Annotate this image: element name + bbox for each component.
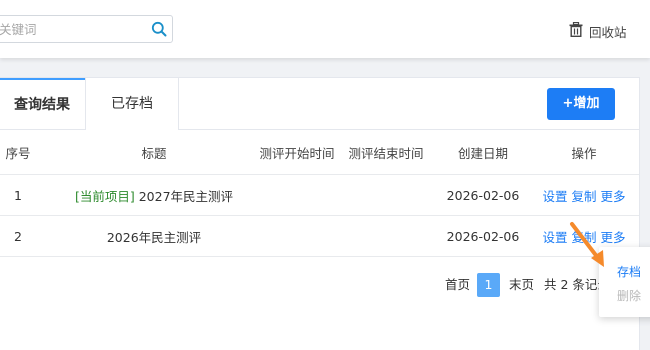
row-start-time bbox=[251, 216, 343, 256]
column-header-index: 序号 bbox=[5, 145, 31, 161]
column-header-end-time: 测评结束时间 bbox=[348, 145, 424, 161]
page-number-current[interactable]: 1 bbox=[477, 273, 500, 297]
table-row: 2 2026年民主测评 2026-02-06 设置 复制 更多 bbox=[0, 216, 639, 257]
row-index: 2 bbox=[14, 228, 22, 244]
menu-item-archive[interactable]: 存档 bbox=[617, 263, 641, 280]
table-header: 序号 标题 测评开始时间 测评结束时间 创建日期 操作 bbox=[0, 130, 639, 175]
row-end-time bbox=[345, 216, 427, 256]
table-row: 1 [当前项目] 2027年民主测评 2026-02-06 设置 复制 更多 bbox=[0, 175, 639, 216]
row-title: 2026年民主测评 bbox=[106, 229, 202, 245]
tab-bar: 查询结果 已存档 +增加 bbox=[0, 78, 639, 130]
settings-link[interactable]: 设置 bbox=[542, 186, 567, 205]
annotation-arrow-icon bbox=[570, 222, 604, 267]
copy-link[interactable]: 复制 bbox=[571, 186, 596, 205]
row-index: 1 bbox=[14, 187, 22, 203]
row-title-cell: 2026年民主测评 bbox=[59, 216, 249, 256]
add-button[interactable]: +增加 bbox=[547, 88, 615, 120]
results-panel: 查询结果 已存档 +增加 序号 标题 测评开始时间 测评结束时间 创建日期 操作… bbox=[0, 77, 640, 350]
column-header-created-date: 创建日期 bbox=[457, 145, 508, 161]
trash-icon bbox=[569, 21, 583, 40]
row-created-date: 2026-02-06 bbox=[446, 187, 520, 203]
row-title-cell: [当前项目] 2027年民主测评 bbox=[59, 175, 249, 215]
search-input[interactable] bbox=[0, 16, 149, 42]
recycle-bin-label: 回收站 bbox=[589, 24, 627, 40]
top-bar: 回收站 bbox=[0, 0, 650, 58]
row-created-date: 2026-02-06 bbox=[446, 228, 520, 244]
row-actions: 设置 复制 更多 bbox=[539, 175, 629, 215]
menu-item-delete[interactable]: 删除 bbox=[617, 287, 641, 304]
tab-query-results[interactable]: 查询结果 bbox=[0, 78, 85, 130]
row-end-time bbox=[345, 175, 427, 215]
more-link[interactable]: 更多 bbox=[601, 186, 626, 205]
tab-archived[interactable]: 已存档 bbox=[85, 78, 179, 130]
search-box[interactable] bbox=[0, 15, 173, 43]
row-title: 2027年民主测评 bbox=[138, 188, 234, 204]
column-header-actions: 操作 bbox=[571, 145, 597, 161]
last-page-link[interactable]: 末页 bbox=[509, 273, 534, 297]
row-start-time bbox=[251, 175, 343, 215]
first-page-link[interactable]: 首页 bbox=[445, 273, 470, 297]
recycle-bin-button[interactable]: 回收站 bbox=[569, 21, 627, 40]
pagination: 首页 1 末页 共 2 条记录 bbox=[0, 273, 639, 305]
search-icon[interactable] bbox=[151, 21, 167, 37]
current-project-tag: [当前项目] bbox=[74, 188, 135, 204]
column-header-start-time: 测评开始时间 bbox=[259, 145, 335, 161]
column-header-title: 标题 bbox=[141, 145, 167, 161]
